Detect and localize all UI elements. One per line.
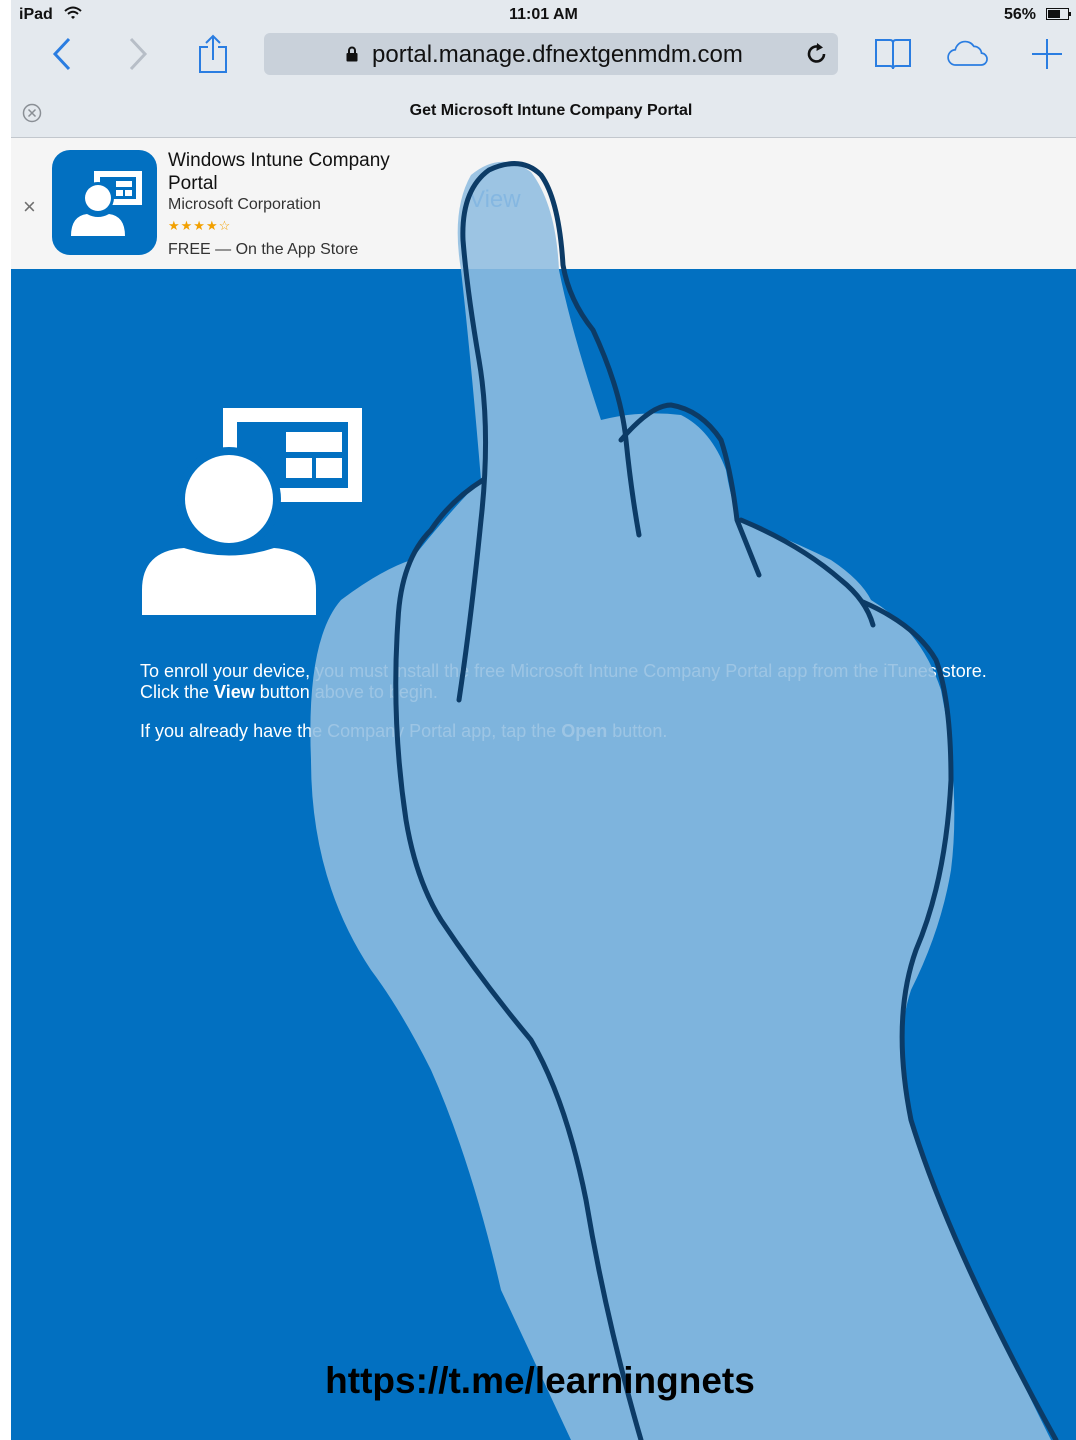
reload-icon[interactable] [804, 41, 830, 67]
app-name: Windows Intune Company Portal [168, 150, 390, 194]
forward-icon [129, 37, 148, 71]
company-portal-icon [142, 408, 362, 615]
smart-app-banner: × Windows Intune Company Portal Microsof… [11, 138, 1076, 269]
bookmarks-icon [875, 39, 911, 70]
share-button[interactable] [191, 34, 235, 74]
forward-button[interactable] [116, 34, 160, 74]
url-text: portal.manage.dfnextgenmdm.com [372, 41, 743, 68]
icloud-tabs-button[interactable] [946, 34, 990, 74]
tab-title[interactable]: Get Microsoft Intune Company Portal [11, 102, 1076, 120]
battery-icon [1046, 7, 1072, 20]
watermark-link-text: https://t.me/learningnets [325, 1360, 755, 1401]
existing-app-instructions: If you already have the Company Portal a… [140, 721, 668, 741]
new-tab-icon [1032, 39, 1062, 69]
view-emphasis: View [214, 682, 255, 702]
status-time: 11:01 AM [509, 6, 578, 23]
enroll-instructions: To enroll your device, you must install … [140, 661, 987, 702]
address-bar[interactable]: portal.manage.dfnextgenmdm.com [264, 33, 838, 75]
app-rating-stars: ★★★★☆ [168, 218, 232, 233]
app-price: FREE — On the App Store [168, 241, 359, 258]
open-emphasis: Open [561, 721, 608, 741]
new-tab-button[interactable] [1025, 34, 1069, 74]
app-developer: Microsoft Corporation [168, 196, 321, 213]
device-screen: iPad 11:01 AM 56% portal.manage.dfnextge… [11, 0, 1076, 1440]
back-icon [52, 37, 71, 71]
view-button[interactable]: View [469, 186, 521, 214]
browser-chrome: iPad 11:01 AM 56% portal.manage.dfnextge… [11, 0, 1076, 138]
status-battery-percent: 56% [1003, 6, 1036, 23]
icloud-tabs-icon [947, 40, 988, 66]
bookmarks-button[interactable] [871, 34, 915, 74]
share-icon [199, 34, 227, 73]
lock-icon [346, 46, 358, 62]
back-button[interactable] [40, 34, 84, 74]
app-icon [52, 150, 157, 255]
banner-close-button[interactable]: × [23, 194, 36, 220]
